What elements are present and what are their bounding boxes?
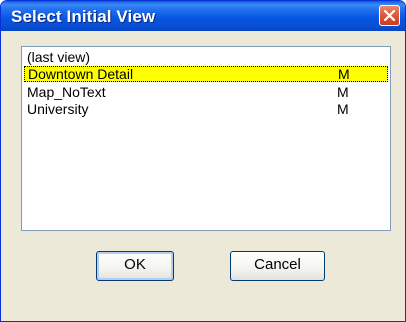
list-item-selected[interactable]: Downtown Detail M <box>24 66 388 82</box>
list-item-name: Downtown Detail <box>28 66 134 82</box>
close-icon <box>384 10 395 21</box>
dialog-title: Select Initial View <box>11 7 156 26</box>
list-item-name: Map_NoText <box>27 84 106 100</box>
cancel-button[interactable]: Cancel <box>230 251 325 281</box>
select-initial-view-dialog: Select Initial View (last view) Downtown… <box>0 0 406 322</box>
list-item-name: University <box>27 101 89 117</box>
list-item-name: (last view) <box>27 49 91 65</box>
close-button[interactable] <box>379 5 400 26</box>
title-bar[interactable]: Select Initial View <box>1 1 405 31</box>
list-item[interactable]: University M <box>24 101 388 117</box>
list-item-flag: M <box>338 66 350 82</box>
ok-button[interactable]: OK <box>96 251 174 281</box>
list-item[interactable]: Map_NoText M <box>24 84 388 100</box>
views-listbox[interactable]: (last view) Downtown Detail M Map_NoText… <box>21 46 391 231</box>
list-item[interactable]: (last view) <box>24 49 388 65</box>
list-item-flag: M <box>337 101 349 117</box>
list-item-flag: M <box>337 84 349 100</box>
